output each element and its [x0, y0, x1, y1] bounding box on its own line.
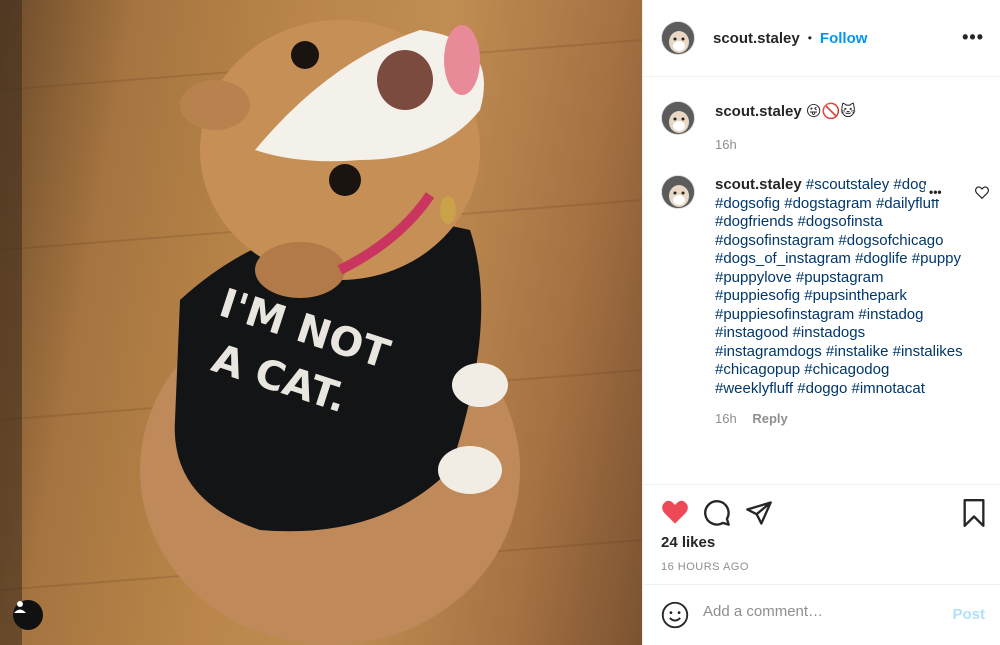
- username[interactable]: scout.staley: [713, 30, 800, 47]
- post-timestamp: 16 HOURS AGO: [661, 561, 749, 573]
- avatar[interactable]: [661, 21, 695, 55]
- comment-bubble-icon[interactable]: [703, 499, 731, 527]
- add-comment-bar: Post: [643, 584, 1000, 645]
- more-options-icon[interactable]: •••: [962, 27, 984, 48]
- caption-text: 😜🚫🐱: [805, 103, 856, 120]
- comment-time: 16h: [715, 411, 737, 426]
- post-sidebar: scout.staley • Follow ••• scout.staley 😜…: [642, 0, 1000, 645]
- separator-dot: •: [807, 31, 812, 45]
- dog-avatar-icon: [662, 22, 694, 54]
- comment-username[interactable]: scout.staley: [715, 176, 802, 193]
- person-icon: [14, 601, 26, 613]
- caption: scout.staley 😜🚫🐱 16h: [661, 101, 991, 154]
- avatar[interactable]: [661, 175, 695, 209]
- bookmark-icon[interactable]: [961, 499, 987, 527]
- likes-count[interactable]: 24 likes: [661, 534, 715, 551]
- post-header: scout.staley • Follow •••: [643, 0, 1000, 77]
- post-comment-button[interactable]: Post: [952, 606, 985, 623]
- caption-username[interactable]: scout.staley: [715, 103, 802, 120]
- comment-like-icon[interactable]: [975, 186, 989, 199]
- comment-item: scout.staley #scoutstaley #dog #dogsofig…: [661, 175, 991, 429]
- comment-hashtags[interactable]: #scoutstaley #dog #dogsofig #dogstagram …: [715, 176, 963, 397]
- dog-avatar-icon: [662, 102, 694, 134]
- comment-more-icon[interactable]: •••: [925, 185, 946, 199]
- caption-time: 16h: [715, 136, 737, 152]
- avatar[interactable]: [661, 101, 695, 135]
- comment-input[interactable]: [703, 603, 933, 620]
- follow-button[interactable]: Follow: [820, 30, 868, 47]
- tagged-user-icon[interactable]: [13, 600, 43, 630]
- reply-button[interactable]: Reply: [752, 411, 787, 426]
- dog-illustration: I'M NOT A CAT.: [0, 0, 642, 645]
- dog-avatar-icon: [662, 176, 694, 208]
- share-send-icon[interactable]: [745, 499, 773, 527]
- post-actions: 24 likes 16 HOURS AGO: [643, 484, 1000, 584]
- emoji-smile-icon[interactable]: [661, 601, 689, 629]
- comment-meta: 16h Reply: [715, 410, 970, 429]
- post-photo[interactable]: I'M NOT A CAT.: [0, 0, 642, 645]
- like-heart-icon[interactable]: [661, 499, 689, 525]
